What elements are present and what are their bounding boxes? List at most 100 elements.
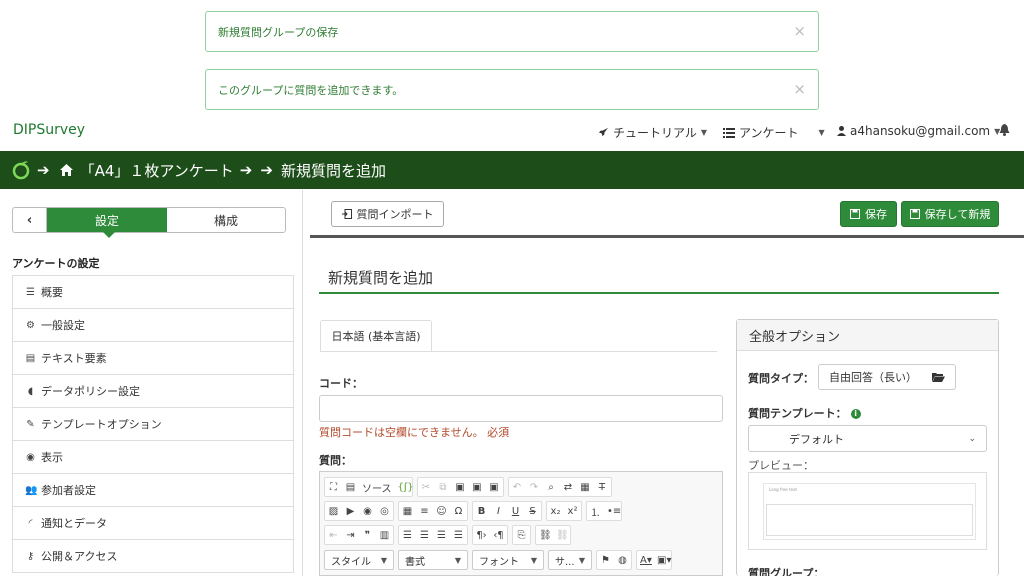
format-dropdown[interactable]: 書式 ▼: [398, 550, 468, 570]
italic-icon[interactable]: I: [493, 506, 504, 517]
nav-surveys[interactable]: アンケート ▼: [723, 124, 825, 141]
remove-format-icon[interactable]: T̶: [597, 482, 608, 493]
close-icon[interactable]: ×: [793, 82, 806, 97]
tab-language-japanese[interactable]: 日本語 (基本言語): [320, 320, 432, 352]
tab-structure[interactable]: 構成: [167, 208, 285, 232]
floppy-icon: [850, 209, 860, 219]
language-icon[interactable]: ⎘: [516, 530, 527, 541]
align-left-icon[interactable]: ☰: [402, 530, 413, 541]
find-icon[interactable]: ⌕: [546, 482, 557, 493]
redo-icon[interactable]: ↷: [529, 482, 540, 493]
sidebar-item-data-policy[interactable]: ◖ データポリシー設定: [12, 375, 294, 408]
paste-text-icon[interactable]: ▣: [472, 482, 483, 493]
paste-word-icon[interactable]: ▣: [489, 482, 500, 493]
sidebar-item-participants[interactable]: 👥 参加者設定: [12, 474, 294, 507]
style-dropdown[interactable]: スタイル ▼: [324, 550, 394, 570]
indent-icon[interactable]: ⇥: [345, 530, 356, 541]
close-icon[interactable]: ×: [793, 24, 806, 39]
breadcrumb-survey-label: 「A4」１枚アンケート: [79, 161, 234, 180]
save-button[interactable]: 保存: [840, 201, 897, 227]
info-icon[interactable]: i: [850, 409, 861, 419]
sidebar-item-template-options[interactable]: ✎ テンプレートオプション: [12, 408, 294, 441]
unlink-icon[interactable]: ⛓: [556, 530, 569, 541]
sidebar-item-label: 公開＆アクセス: [41, 550, 118, 563]
play-icon[interactable]: ◉: [362, 506, 373, 517]
editor-group-document: ⛶ ▤ ソース {ʃ}: [324, 477, 414, 497]
smiley-icon[interactable]: ☺: [436, 506, 447, 517]
font-dropdown[interactable]: フォント ▼: [472, 550, 544, 570]
breadcrumb-survey[interactable]: 「A4」１枚アンケート: [80, 160, 234, 181]
background-color-icon[interactable]: ▣▾: [657, 555, 671, 566]
code-input[interactable]: [319, 395, 723, 422]
numbered-list-icon[interactable]: ⒈: [590, 504, 601, 519]
nav-tutorial[interactable]: チュートリアル ▼: [598, 124, 707, 141]
editor-group-lists: ⒈ •≡: [586, 501, 622, 521]
undo-icon[interactable]: ↶: [512, 482, 523, 493]
ltr-icon[interactable]: ¶›: [476, 530, 487, 541]
nav-user[interactable]: a4hansoku@gmail.com ▼: [837, 124, 1000, 138]
bold-icon[interactable]: B: [476, 506, 487, 517]
strikethrough-icon[interactable]: S: [527, 506, 538, 517]
bulleted-list-icon[interactable]: •≡: [607, 506, 621, 517]
key-icon: ⚷: [26, 550, 35, 562]
question-template-label: 質問テンプレート：: [748, 407, 847, 420]
preview-frame: Long free text: [763, 483, 976, 540]
breadcrumb-current-label: 新規質問を追加: [280, 161, 386, 180]
link-icon[interactable]: ⛓: [539, 530, 552, 541]
sidebar-item-text-elements[interactable]: ▤ テキスト要素: [12, 342, 294, 375]
underline-icon[interactable]: U: [510, 506, 521, 517]
chevron-left-icon: ‹: [26, 212, 33, 228]
home-icon[interactable]: [59, 164, 73, 176]
sidebar-item-label: 通知とデータ: [41, 517, 107, 530]
logo-icon[interactable]: [11, 160, 31, 180]
sidebar-item-publication[interactable]: ⚷ 公開＆アクセス: [12, 540, 294, 573]
question-type-selector[interactable]: 自由回答（長い）: [818, 364, 956, 390]
select-all-icon[interactable]: ▦: [580, 482, 591, 493]
brand-logo[interactable]: DIPSurvey: [13, 122, 85, 138]
collapse-sidebar-button[interactable]: ‹: [13, 208, 47, 232]
rich-text-editor[interactable]: ⛶ ▤ ソース {ʃ} ✂ ⧉ ▣ ▣ ▣ ↶ ↷ ⌕ ⇄ ▦ T̶ ▨ ▶ ◉…: [319, 471, 723, 576]
horizontal-rule-icon[interactable]: ≡: [419, 506, 430, 517]
subscript-icon[interactable]: x₂: [550, 506, 561, 517]
arrow-right-icon: ➔: [239, 161, 253, 179]
tab-settings[interactable]: 設定: [47, 208, 167, 238]
table-icon[interactable]: ▦: [402, 506, 413, 517]
maximize-icon[interactable]: ⛶: [328, 482, 339, 493]
rtl-icon[interactable]: ‹¶: [493, 530, 504, 541]
blockquote-icon[interactable]: ❞: [362, 530, 373, 541]
bell-icon[interactable]: [999, 124, 1010, 136]
nav-surveys-label: アンケート: [739, 126, 799, 140]
editor-group-links: ⛓ ⛓: [535, 525, 571, 545]
paste-icon[interactable]: ▣: [455, 482, 466, 493]
div-icon[interactable]: ▥: [379, 530, 390, 541]
outdent-icon[interactable]: ⇤: [328, 530, 339, 541]
align-right-icon[interactable]: ☰: [436, 530, 447, 541]
import-question-button[interactable]: 質問インポート: [331, 201, 444, 227]
globe-icon[interactable]: ◍: [617, 555, 628, 566]
special-char-icon[interactable]: Ω: [453, 506, 464, 517]
sidebar-item-notifications[interactable]: ◜ 通知とデータ: [12, 507, 294, 540]
sidebar-item-presentation[interactable]: ◉ 表示: [12, 441, 294, 474]
question-template-select[interactable]: デフォルト ⌄: [748, 425, 987, 452]
align-center-icon[interactable]: ☰: [419, 530, 430, 541]
image-icon[interactable]: ▨: [328, 506, 339, 517]
panel-title: 全般オプション: [737, 320, 998, 351]
cut-icon[interactable]: ✂: [421, 482, 432, 493]
question-group-label: 質問グループ：: [748, 567, 825, 576]
compass-icon[interactable]: ◎: [379, 506, 390, 517]
size-dropdown[interactable]: サ... ▼: [548, 550, 592, 570]
superscript-icon[interactable]: x²: [567, 506, 578, 517]
text-color-icon[interactable]: A▾: [640, 555, 652, 566]
save-and-new-button[interactable]: 保存して新規: [901, 201, 999, 227]
align-justify-icon[interactable]: ☰: [453, 530, 464, 541]
sidebar-tabs: ‹ 設定 構成: [12, 207, 286, 238]
video-icon[interactable]: ▶: [345, 506, 356, 517]
sidebar-item-general[interactable]: ⚙ 一般設定: [12, 309, 294, 342]
sidebar-item-overview[interactable]: ☰ 概要: [12, 276, 294, 309]
replace-icon[interactable]: ⇄: [563, 482, 574, 493]
flag-icon[interactable]: ⚑: [600, 555, 611, 566]
expression-icon[interactable]: {ʃ}: [398, 482, 414, 493]
source-button[interactable]: ソース: [362, 480, 392, 495]
source-icon[interactable]: ▤: [345, 482, 356, 493]
copy-icon[interactable]: ⧉: [438, 482, 449, 493]
